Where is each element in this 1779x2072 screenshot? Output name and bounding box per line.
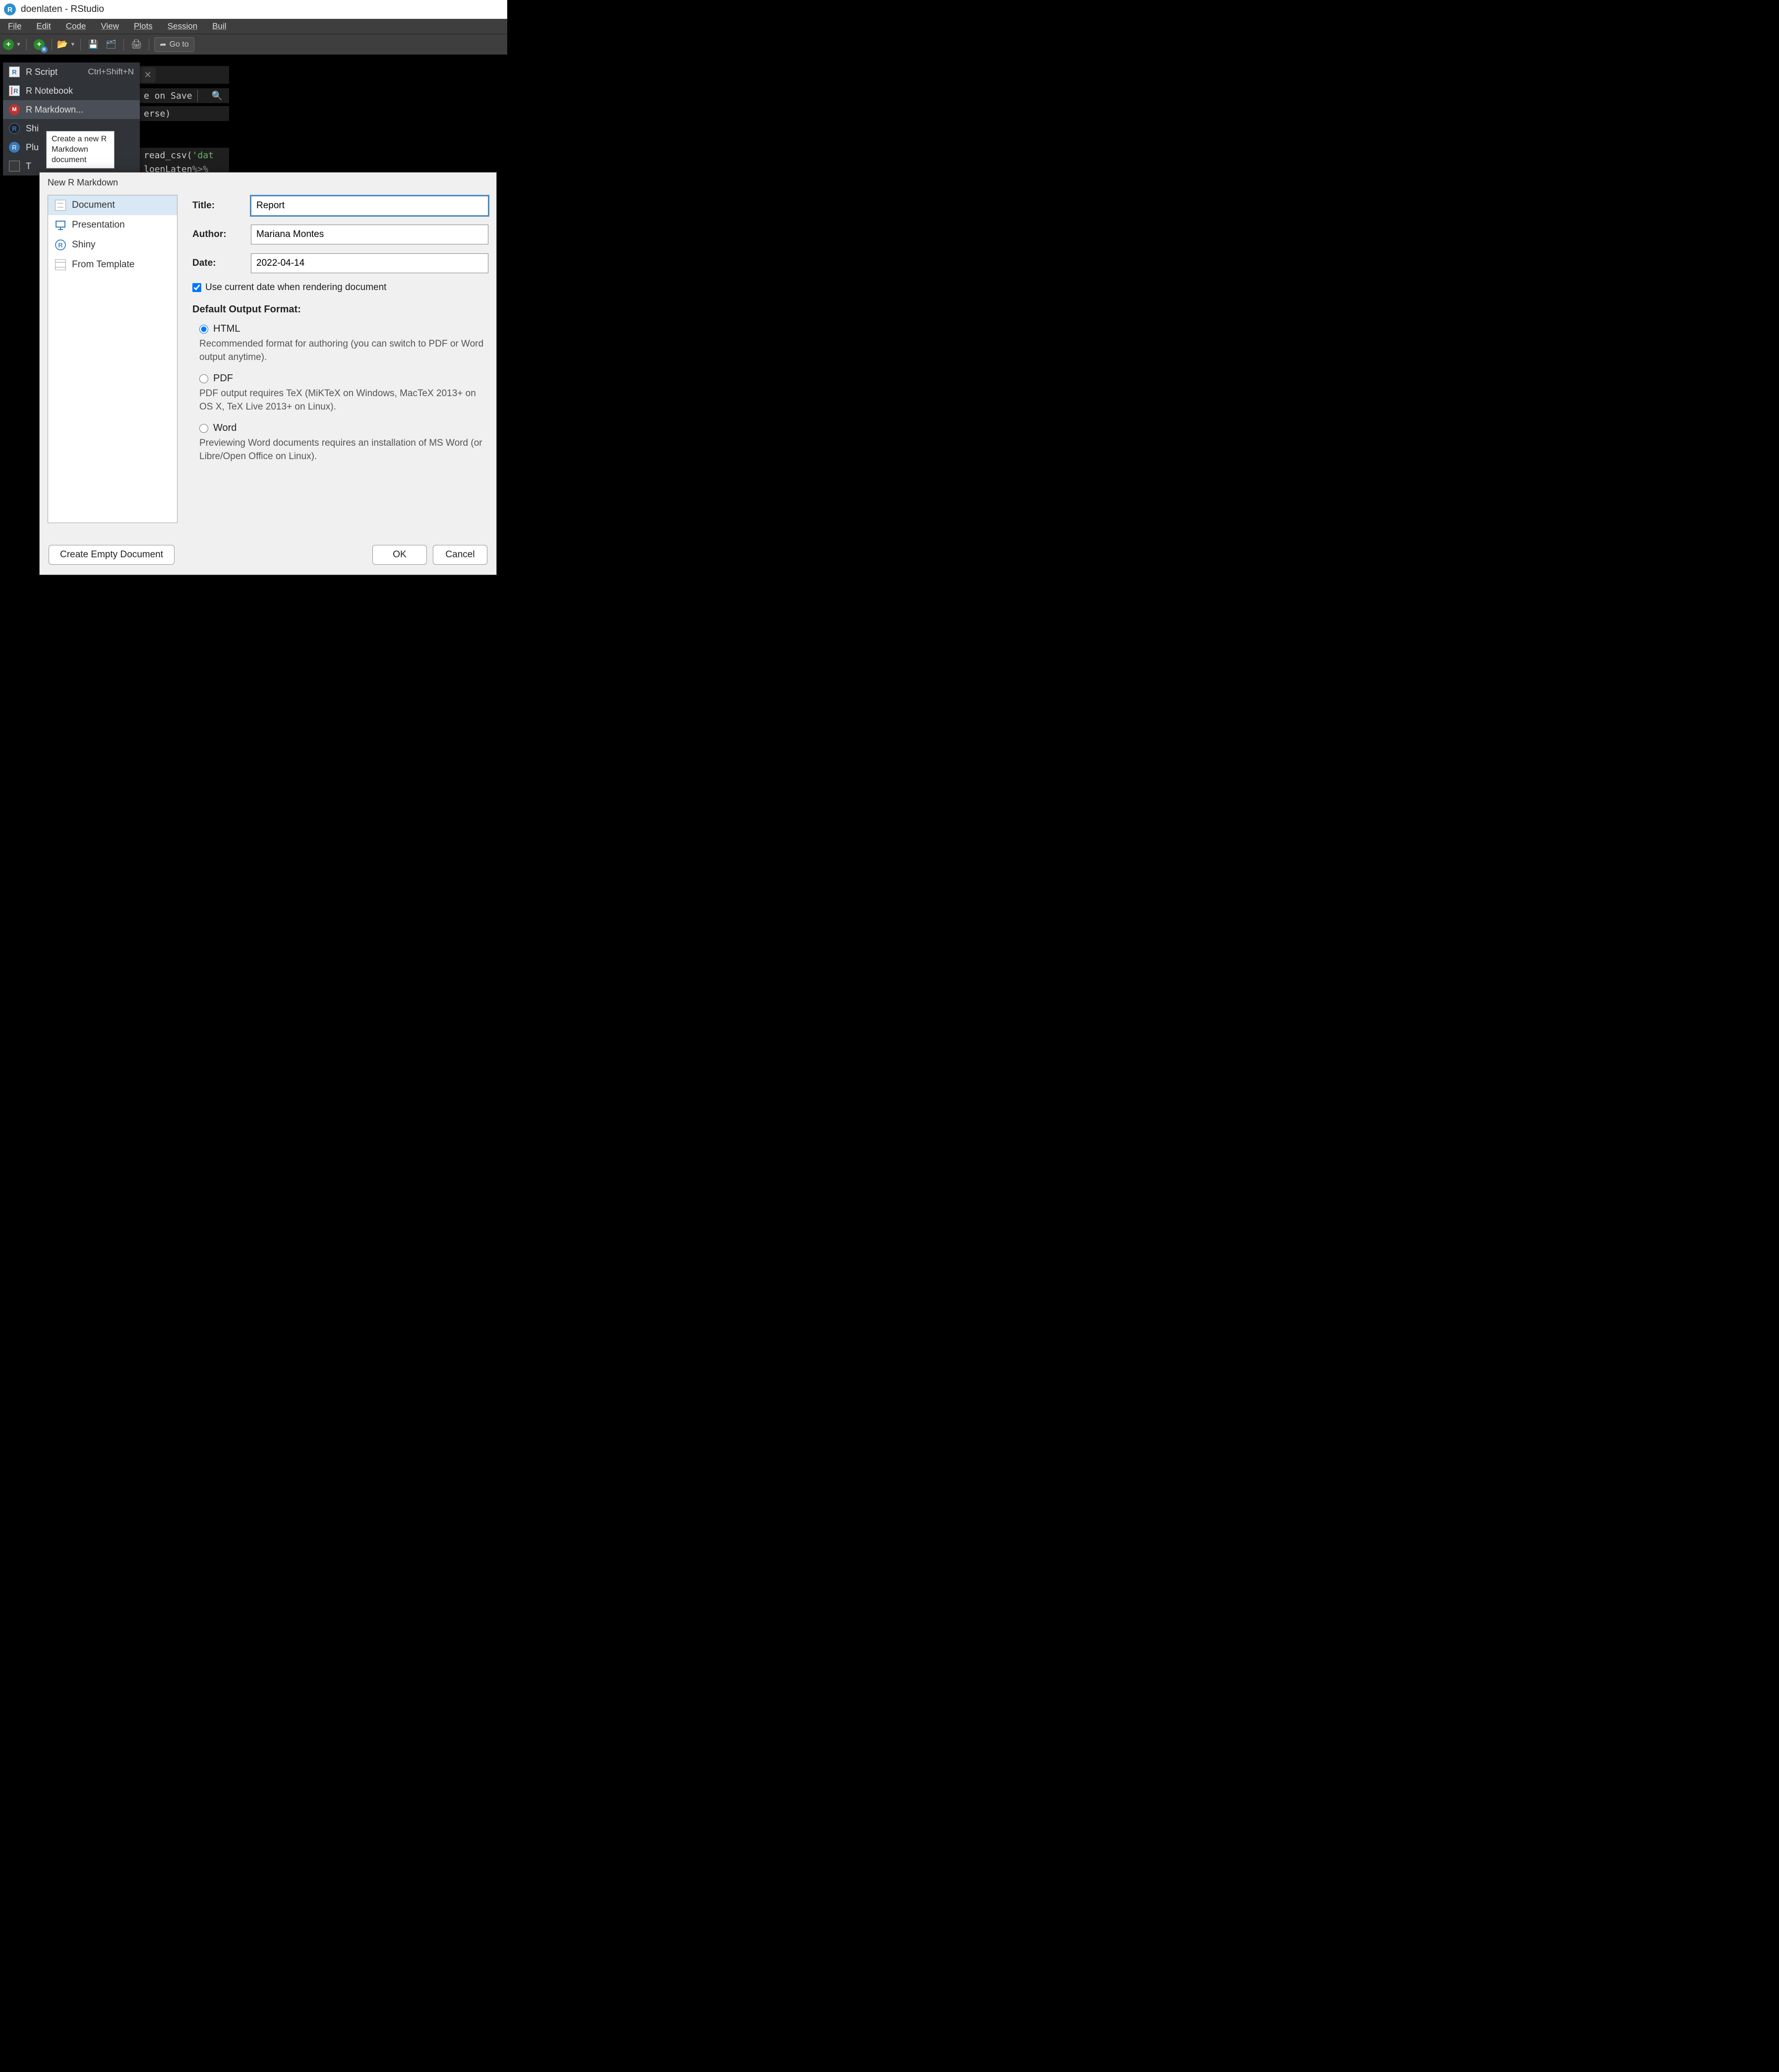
output-format-title: Default Output Format:: [192, 304, 488, 315]
create-empty-document-button[interactable]: Create Empty Document: [49, 545, 175, 565]
author-input[interactable]: [251, 225, 488, 244]
new-file-button[interactable]: + ▼: [3, 37, 21, 52]
new-project-button[interactable]: + R: [32, 37, 47, 52]
output-pdf-radio[interactable]: [199, 374, 208, 383]
r-badge-icon: R: [41, 46, 48, 53]
output-pdf-desc: PDF output requires TeX (MiKTeX on Windo…: [199, 387, 488, 414]
toolbar-separator: [26, 39, 27, 51]
window-titlebar: R doenlaten - RStudio: [0, 0, 507, 19]
main-toolbar: + ▼ + R 📂 ▼ 💾 🗂 🖨 ➦ Go to: [0, 34, 507, 55]
menuitem-r-markdown[interactable]: M R Markdown...: [3, 100, 140, 119]
print-button[interactable]: 🖨: [129, 37, 144, 52]
tab-close-button[interactable]: ✕: [140, 67, 156, 82]
text-file-icon: [9, 161, 20, 172]
menu-build[interactable]: Buil: [206, 20, 232, 33]
author-label: Author:: [192, 229, 251, 240]
rstudio-app-icon: R: [4, 3, 16, 15]
markdown-icon: M: [9, 104, 20, 115]
print-icon: 🖨: [131, 39, 142, 50]
shiny-icon: R: [55, 239, 66, 250]
cancel-button[interactable]: Cancel: [433, 545, 487, 565]
presentation-icon: [55, 220, 66, 231]
output-word-desc: Previewing Word documents requires an in…: [199, 437, 488, 463]
category-document[interactable]: Document: [48, 195, 177, 215]
chevron-down-icon: ▼: [16, 42, 21, 48]
shiny-icon: R: [9, 123, 20, 134]
menu-edit[interactable]: Edit: [30, 20, 57, 33]
menu-session[interactable]: Session: [162, 20, 203, 33]
window-title: doenlaten - RStudio: [21, 4, 104, 15]
category-from-template[interactable]: From Template: [48, 255, 177, 275]
category-shiny[interactable]: R Shiny: [48, 235, 177, 255]
output-html-desc: Recommended format for authoring (you ca…: [199, 338, 488, 364]
toolbar-separator: [80, 39, 81, 51]
date-input[interactable]: [251, 253, 488, 273]
save-button[interactable]: 💾: [86, 37, 101, 52]
save-all-button[interactable]: 🗂: [104, 37, 119, 52]
goto-label: Go to: [170, 40, 189, 49]
plus-icon: +: [3, 39, 14, 50]
form-area: Title: Author: Date: Use current date wh…: [192, 195, 488, 533]
find-icon[interactable]: 🔍: [212, 91, 223, 101]
tooltip-r-markdown: Create a new R Markdown document: [46, 131, 115, 169]
document-icon: [55, 200, 66, 211]
goto-file-function-button[interactable]: ➦ Go to: [154, 37, 194, 52]
menu-plots[interactable]: Plots: [128, 20, 159, 33]
save-all-icon: 🗂: [106, 40, 117, 50]
save-icon: 💾: [88, 40, 99, 50]
goto-arrow-icon: ➦: [160, 40, 166, 50]
new-r-markdown-dialog: New R Markdown Document Presentation R S…: [39, 172, 497, 575]
category-presentation[interactable]: Presentation: [48, 215, 177, 235]
toolbar-separator: [123, 39, 124, 51]
use-current-date-label: Use current date when rendering document: [205, 282, 386, 293]
menuitem-r-notebook[interactable]: R R Notebook: [3, 81, 140, 100]
menuitem-r-script[interactable]: R R Script Ctrl+Shift+N: [3, 62, 140, 81]
chevron-down-icon: ▼: [70, 42, 75, 48]
use-current-date-checkbox[interactable]: [192, 283, 201, 292]
open-file-button[interactable]: 📂 ▼: [57, 37, 75, 52]
title-input[interactable]: [251, 196, 488, 216]
category-list: Document Presentation R Shiny From Templ…: [48, 195, 178, 523]
code-fragment: erse): [140, 106, 229, 121]
editor-tabstrip: ✕: [140, 66, 229, 84]
output-pdf-label: PDF: [213, 373, 233, 384]
output-word-label: Word: [213, 422, 237, 434]
ok-button[interactable]: OK: [372, 545, 427, 565]
r-script-icon: R: [9, 66, 20, 77]
menu-code[interactable]: Code: [60, 20, 92, 33]
folder-open-icon: 📂: [57, 39, 68, 50]
source-on-save-fragment: e on Save 🔍: [140, 88, 229, 103]
plumber-icon: R: [9, 142, 20, 153]
code-fragment: read_csv('dat: [140, 148, 229, 163]
output-word-radio[interactable]: [199, 424, 208, 433]
dialog-button-bar: Create Empty Document OK Cancel: [40, 538, 496, 575]
output-html-label: HTML: [213, 323, 240, 335]
output-html-radio[interactable]: [199, 325, 208, 334]
date-label: Date:: [192, 258, 251, 269]
menu-file[interactable]: File: [2, 20, 27, 33]
menu-view[interactable]: View: [95, 20, 125, 33]
notebook-icon: R: [9, 85, 20, 96]
menu-bar: File Edit Code View Plots Session Buil: [0, 19, 507, 34]
title-label: Title:: [192, 200, 251, 211]
template-icon: [55, 259, 66, 270]
dialog-title: New R Markdown: [40, 173, 496, 195]
